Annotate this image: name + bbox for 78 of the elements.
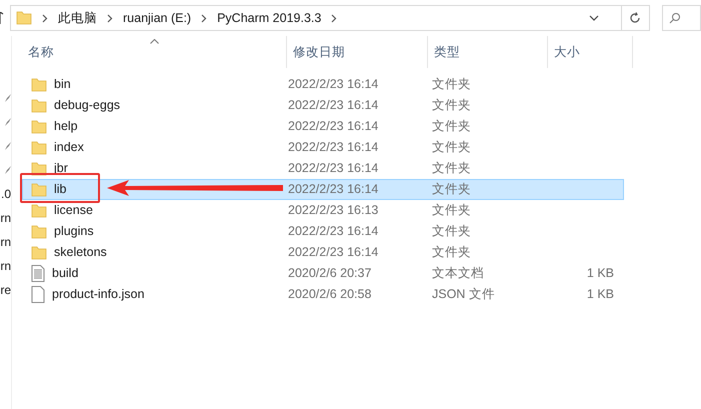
- file-row[interactable]: bin 2022/2/23 16:14 文件夹: [22, 74, 624, 95]
- date-cell: 2022/2/23 16:13: [288, 203, 378, 218]
- type-cell: 文本文档: [432, 266, 484, 280]
- file-name: skeletons: [54, 244, 107, 262]
- date-cell: 2022/2/23 16:14: [288, 77, 378, 92]
- size-cell-text: 1 KB: [586, 265, 614, 282]
- address-bar[interactable]: 此电脑 ruanjian (E:) PyCharm 2019.3.3: [10, 5, 650, 31]
- file-row[interactable]: build 2020/2/6 20:37 文本文档 1 KB: [22, 263, 624, 284]
- file-name: build: [52, 265, 78, 282]
- type-cell: 文件夹: [432, 98, 471, 112]
- type-cell: 文件夹: [432, 161, 471, 176]
- folder-icon: [16, 11, 32, 25]
- breadcrumb[interactable]: 此电脑: [58, 8, 97, 28]
- date-cell: 2020/2/6 20:37: [288, 266, 372, 280]
- date-cell: 2022/2/23 16:14: [288, 140, 378, 154]
- date-cell: 2022/2/23 16:14: [288, 245, 378, 260]
- search-icon: [668, 12, 681, 24]
- nav-item[interactable]: re: [0, 281, 11, 299]
- type-cell: 文件夹: [432, 77, 471, 92]
- file-icon: [31, 286, 45, 303]
- file-row[interactable]: license 2022/2/23 16:13 文件夹: [22, 200, 624, 221]
- file-name: index: [54, 139, 84, 156]
- nav-item[interactable]: rn: [0, 233, 11, 251]
- search-field[interactable]: [662, 5, 701, 31]
- file-name: plugins: [54, 223, 94, 240]
- chevron-right-icon: [42, 14, 48, 22]
- file-row[interactable]: help 2022/2/23 16:14 文件夹: [22, 116, 624, 137]
- folder-icon: [31, 204, 47, 218]
- column-header[interactable]: 名称: [12, 36, 287, 68]
- chevron-right-icon: [107, 14, 113, 22]
- dropdown-icon[interactable]: [588, 15, 599, 21]
- nav-item[interactable]: .0: [0, 185, 11, 203]
- folder-icon: [31, 246, 47, 260]
- breadcrumb[interactable]: PyCharm 2019.3.3: [217, 8, 322, 28]
- folder-icon: [31, 78, 47, 92]
- folder-icon: [31, 182, 47, 196]
- file-name: product-info.json: [52, 286, 144, 304]
- chevron-right-icon: [331, 14, 338, 22]
- file-row[interactable]: product-info.json 2020/2/6 20:58 JSON 文件 1 KB: [22, 284, 624, 305]
- date-cell: 2022/2/23 16:14: [288, 98, 378, 112]
- column-header[interactable]: 大小: [548, 36, 633, 68]
- date-cell: 2022/2/23 16:14: [288, 119, 378, 134]
- file-name: bin: [54, 76, 71, 94]
- nav-item[interactable]: rn: [0, 209, 11, 227]
- folder-icon: [31, 162, 47, 176]
- type-cell: 文件夹: [432, 203, 471, 218]
- type-cell: 文件夹: [432, 119, 471, 134]
- column-header[interactable]: 类型: [428, 36, 548, 68]
- type-cell: 文件夹: [432, 140, 471, 154]
- column-header[interactable]: 修改日期: [287, 36, 428, 68]
- file-name: license: [54, 202, 93, 220]
- folder-icon: [31, 224, 47, 238]
- type-cell: 文件夹: [432, 224, 471, 238]
- folder-icon: [31, 140, 47, 154]
- type-cell: JSON 文件: [432, 287, 495, 302]
- file-row[interactable]: plugins 2022/2/23 16:14 文件夹: [22, 221, 624, 242]
- date-cell: 2022/2/23 16:14: [288, 182, 378, 196]
- date-cell: 2022/2/23 16:14: [288, 161, 378, 176]
- file-row[interactable]: lib 2022/2/23 16:14 文件夹: [22, 179, 624, 200]
- date-cell: 2022/2/23 16:14: [288, 224, 378, 238]
- up-arrow-icon[interactable]: [0, 12, 6, 24]
- type-cell: 文件夹: [432, 245, 471, 260]
- file-name: debug-eggs: [54, 97, 120, 114]
- nav-item[interactable]: rn: [0, 257, 11, 275]
- refresh-icon: [629, 12, 642, 24]
- folder-icon: [31, 120, 47, 134]
- type-cell: 文件夹: [432, 182, 471, 196]
- file-row[interactable]: index 2022/2/23 16:14 文件夹: [22, 137, 624, 158]
- folder-icon: [31, 98, 47, 112]
- size-cell-text: 1 KB: [586, 286, 614, 304]
- chevron-right-icon: [201, 14, 208, 22]
- breadcrumb[interactable]: ruanjian (E:): [123, 8, 192, 28]
- file-row[interactable]: debug-eggs 2022/2/23 16:14 文件夹: [22, 95, 624, 116]
- file-name: lib: [54, 181, 67, 198]
- date-cell: 2020/2/6 20:58: [288, 287, 372, 302]
- file-row[interactable]: skeletons 2022/2/23 16:14 文件夹: [22, 242, 624, 263]
- text-file-icon: [31, 265, 45, 282]
- file-name: help: [54, 118, 78, 136]
